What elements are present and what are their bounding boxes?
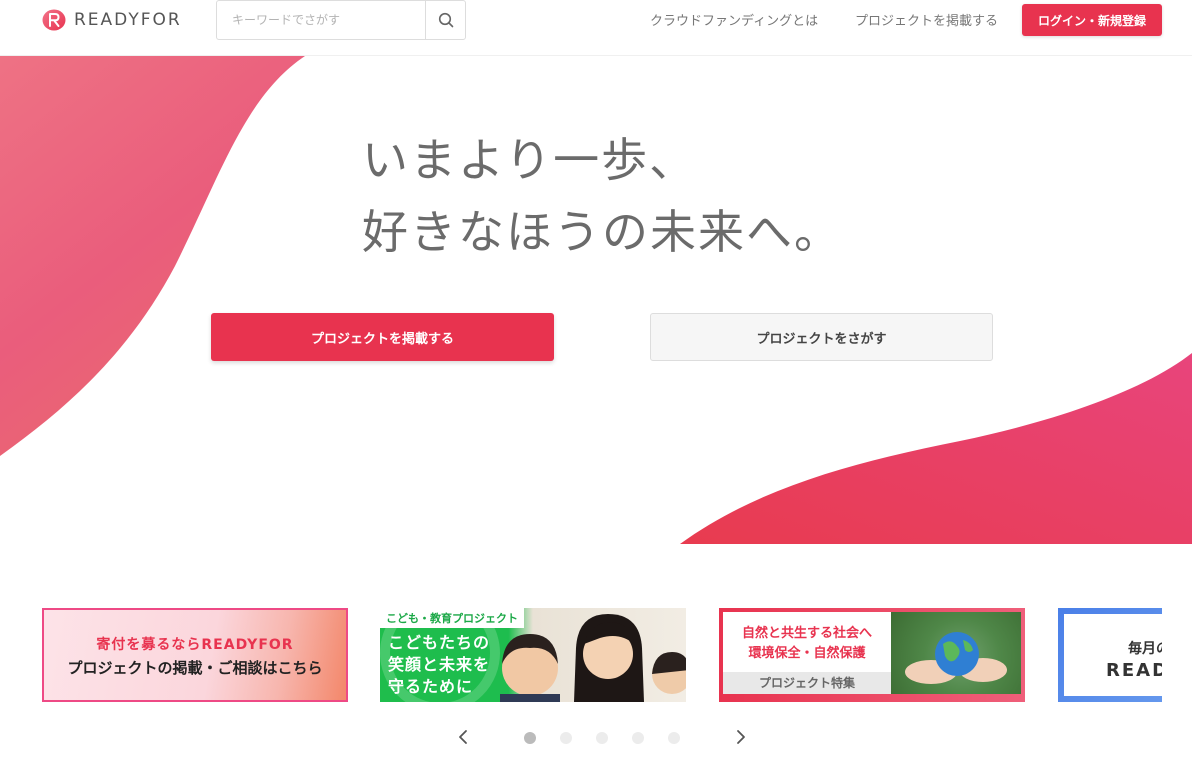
carousel-dot[interactable] — [632, 732, 644, 744]
hero-right-shape — [680, 353, 1192, 544]
carousel-dot[interactable] — [524, 732, 536, 744]
banner-monthly[interactable]: 毎月の READ — [1058, 608, 1162, 702]
banner-carousel: 寄付を募るならREADYFOR プロジェクトの掲載・ご相談はこちら こども・教育… — [42, 608, 1162, 702]
chevron-left-icon — [459, 730, 467, 744]
banner-donation[interactable]: 寄付を募るならREADYFOR プロジェクトの掲載・ご相談はこちら — [42, 608, 348, 702]
banner-nature-line3: プロジェクト特集 — [723, 672, 891, 694]
carousel-prev-button[interactable] — [453, 726, 473, 748]
carousel-dot[interactable] — [560, 732, 572, 744]
carousel-next-button[interactable] — [731, 726, 751, 748]
banner-children-text: こどもたちの 笑顔と未来を 守るために — [388, 632, 490, 698]
banner-monthly-line2: READ — [1106, 660, 1162, 681]
carousel-dot[interactable] — [596, 732, 608, 744]
banner-children-line1: こどもたちの — [388, 633, 491, 652]
find-project-button[interactable]: プロジェクトをさがす — [650, 313, 993, 361]
hero-headline-line1: いまより一歩、 — [362, 133, 698, 187]
readyfor-logo[interactable]: READYFOR — [42, 9, 182, 31]
banner-donation-line1: 寄付を募るならREADYFOR — [96, 637, 294, 653]
banner-children-line3: 守るために — [388, 677, 474, 696]
hero-headline: いまより一歩、 好きなほうの未来へ。 — [362, 124, 842, 268]
banner-children-line2: 笑顔と未来を — [388, 655, 491, 674]
banner-nature-title: 自然と共生する社会へ 環境保全・自然保護 — [723, 624, 891, 664]
banner-donation-line2: プロジェクトの掲載・ご相談はこちら — [67, 659, 323, 677]
banner-nature-line1: 自然と共生する社会へ — [741, 626, 872, 641]
banner-nature[interactable]: 自然と共生する社会へ 環境保全・自然保護 プロジェクト特集 — [719, 608, 1025, 702]
hero-left-shape — [0, 56, 305, 456]
banner-children-education[interactable]: こども・教育プロジェクト こどもたちの 笑顔と未来を 守るために — [380, 608, 686, 702]
chevron-right-icon — [737, 730, 745, 744]
nav-about-crowdfunding[interactable]: クラウドファンディングとは — [650, 10, 818, 29]
site-header: READYFOR クラウドファンディングとは プロジェクトを掲載する ログイン・… — [0, 0, 1192, 56]
banner-monthly-box: 毎月の READ — [1064, 614, 1162, 696]
logo-text: READYFOR — [74, 10, 182, 30]
carousel-dot[interactable] — [668, 732, 680, 744]
post-project-button[interactable]: プロジェクトを掲載する — [211, 313, 554, 361]
banner-monthly-line1: 毎月の — [1128, 641, 1162, 657]
globe-photo — [891, 612, 1021, 694]
banner-nature-line2: 環境保全・自然保護 — [748, 646, 866, 661]
banner-children-tag: こども・教育プロジェクト — [380, 608, 524, 628]
hero-headline-line2: 好きなほうの未来へ。 — [362, 205, 842, 259]
nav-post-project[interactable]: プロジェクトを掲載する — [855, 10, 998, 29]
search-button[interactable] — [425, 1, 465, 39]
login-register-button[interactable]: ログイン・新規登録 — [1022, 4, 1162, 36]
search-input[interactable] — [217, 1, 425, 39]
search-box — [216, 0, 466, 40]
readyfor-logo-icon — [42, 9, 66, 31]
banner-nature-text-box: 自然と共生する社会へ 環境保全・自然保護 プロジェクト特集 — [723, 612, 891, 694]
globe-in-hands-icon — [905, 632, 1007, 684]
search-icon — [438, 12, 453, 28]
carousel-dots — [524, 732, 704, 744]
